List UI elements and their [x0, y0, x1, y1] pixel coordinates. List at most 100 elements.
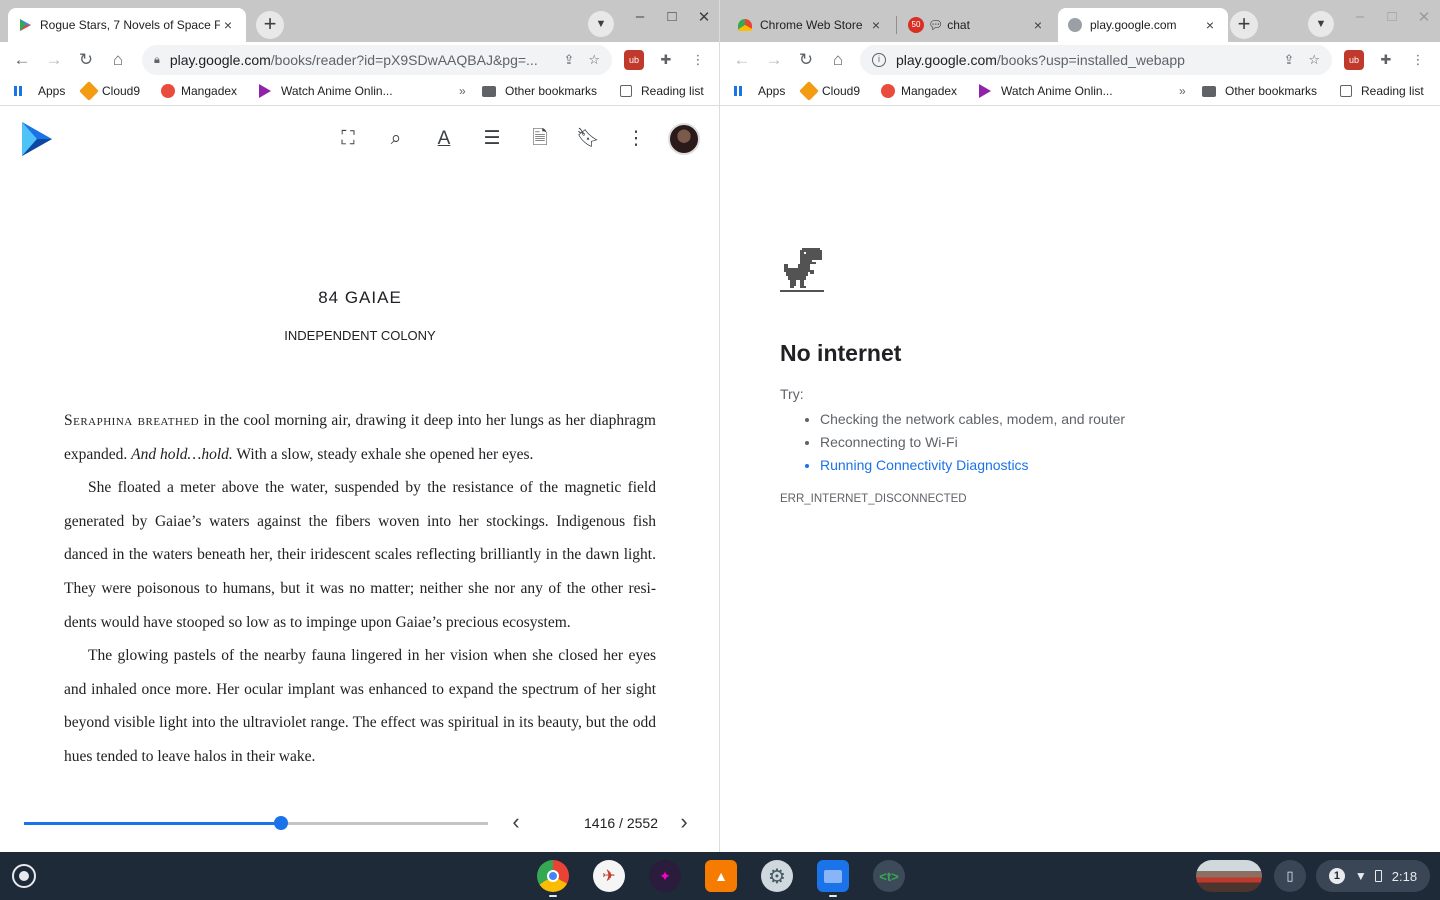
page-subheader: INDEPENDENT COLONY [284, 328, 436, 343]
reading-list[interactable]: Reading list [620, 84, 704, 98]
tab-search-button[interactable]: ▼ [1308, 11, 1334, 37]
close-window-button[interactable]: ✕ [689, 8, 719, 26]
forward-arrow-icon[interactable]: → [42, 48, 66, 72]
ublock-extension-icon[interactable]: ub [624, 50, 644, 70]
bookmark-icon[interactable]: 🔖︎ [575, 126, 601, 152]
bookmark-cloud9[interactable]: Cloud9 [79, 81, 140, 101]
new-tab-button[interactable]: + [256, 11, 284, 39]
bookmark-apps[interactable]: Apps [14, 84, 65, 98]
mangadex-icon [161, 84, 175, 98]
reading-list-icon [620, 85, 632, 97]
forward-arrow-icon[interactable]: → [762, 48, 786, 72]
google-play-books-logo-icon[interactable] [22, 122, 52, 156]
chrome-app-icon[interactable] [537, 860, 569, 892]
bookmark-other-folder[interactable]: Other bookmarks [1202, 84, 1317, 98]
tab-chat[interactable]: 50 💬︎ chat × [898, 8, 1056, 42]
minimize-button[interactable]: – [625, 8, 655, 25]
chrome-menu-icon[interactable]: ⋮ [688, 50, 708, 70]
galaxy-app-icon[interactable]: ✦ [649, 860, 681, 892]
page-slider-thumb[interactable] [274, 816, 289, 830]
star-icon[interactable]: ☆ [588, 52, 600, 68]
new-tab-button[interactable]: + [1230, 11, 1258, 39]
share-icon[interactable]: ⇪ [1283, 52, 1294, 68]
settings-gear-icon[interactable]: ⚙ [761, 860, 793, 892]
close-tab-icon[interactable]: × [1202, 17, 1218, 33]
connectivity-diagnostics-link[interactable]: Running Connectivity Diagnostics [820, 455, 1125, 478]
extensions-puzzle-icon[interactable]: ✚ [1376, 50, 1396, 70]
folder-icon [482, 85, 496, 97]
flight-game-app-icon[interactable]: ✈ [593, 860, 625, 892]
tab-search-button[interactable]: ▼ [588, 11, 614, 37]
tab-chrome-web-store[interactable]: Chrome Web Store × [728, 8, 894, 42]
address-bar[interactable]: 🔒︎ play.google.com/books/reader?id=pX9SD… [142, 45, 612, 75]
bookmarks-bar: Apps Cloud9 Mangadex Watch Anime Onlin..… [720, 78, 1440, 106]
page-slider[interactable] [24, 816, 488, 830]
close-tab-icon[interactable]: × [220, 17, 236, 33]
chrome-menu-icon[interactable]: ⋮ [1408, 50, 1428, 70]
star-icon[interactable]: ☆ [1308, 52, 1320, 68]
suggestion-item: Checking the network cables, modem, and … [820, 409, 1125, 432]
cloud9-icon [799, 81, 819, 101]
address-bar[interactable]: i play.google.com/books?usp=installed_we… [860, 45, 1332, 75]
error-title: No internet [780, 340, 902, 366]
account-avatar[interactable] [668, 123, 700, 155]
bookmark-cloud9[interactable]: Cloud9 [799, 81, 860, 101]
status-area[interactable]: 1 ▼ 2:18 [1316, 860, 1430, 892]
reload-icon[interactable]: ↻ [794, 48, 818, 72]
home-icon[interactable]: ⌂ [106, 48, 130, 72]
phone-hub-icon[interactable]: ▯ [1274, 860, 1306, 892]
minimize-button[interactable]: – [1345, 8, 1375, 25]
extensions-puzzle-icon[interactable]: ✚ [656, 50, 676, 70]
running-indicator [549, 895, 557, 897]
reading-list[interactable]: Reading list [1340, 84, 1424, 98]
close-window-button[interactable]: ✕ [1409, 8, 1439, 26]
bookmark-mangadex[interactable]: Mangadex [881, 84, 957, 98]
notes-icon[interactable]: 🗎︎ [527, 126, 553, 152]
back-arrow-icon[interactable]: ← [10, 48, 34, 72]
maximize-button[interactable]: □ [1377, 8, 1407, 25]
bookmarks-overflow-chevron-icon[interactable]: » [459, 84, 466, 98]
ublock-extension-icon[interactable]: ub [1344, 50, 1364, 70]
url-text: play.google.com/books/reader?id=pX9SDwAA… [169, 52, 538, 68]
table-of-contents-icon[interactable]: ☰ [479, 126, 505, 152]
page-indicator: 1416 / 2552 [584, 815, 658, 831]
terminal-app-icon[interactable]: <t> [873, 860, 905, 892]
home-icon[interactable]: ⌂ [826, 48, 850, 72]
bookmark-apps[interactable]: Apps [734, 84, 785, 98]
fullscreen-icon[interactable]: ⛶ [335, 126, 361, 152]
close-tab-icon[interactable]: × [1030, 17, 1046, 33]
tab-separator [896, 16, 897, 34]
bookmark-watch-anime[interactable]: Watch Anime Onlin... [259, 84, 393, 98]
next-page-button[interactable]: › [671, 810, 697, 836]
files-app-icon[interactable] [817, 860, 849, 892]
text-format-icon[interactable]: A [431, 126, 457, 152]
holding-space-thumbnail[interactable] [1196, 860, 1262, 892]
reload-icon[interactable]: ↻ [74, 48, 98, 72]
previous-page-button[interactable]: ‹ [503, 810, 529, 836]
reading-list-icon [1340, 85, 1352, 97]
chat-bubble-icon: 💬︎ [928, 18, 944, 32]
mangadex-icon [881, 84, 895, 98]
bookmark-mangadex[interactable]: Mangadex [161, 84, 237, 98]
error-suggestions: Checking the network cables, modem, and … [800, 409, 1125, 478]
apps-grid-icon [14, 86, 24, 96]
apps-grid-icon [734, 86, 744, 96]
vlc-app-icon[interactable]: ▲ [705, 860, 737, 892]
tab-strip: Rogue Stars, 7 Novels of Space F × + ▼ –… [0, 0, 719, 42]
paragraph: She floated a meter above the water, sus… [64, 479, 656, 631]
tab-strip: Chrome Web Store × 50 💬︎ chat × play.goo… [720, 0, 1440, 42]
search-icon[interactable]: ⌕ [383, 126, 409, 152]
back-arrow-icon[interactable]: ← [730, 48, 754, 72]
bookmark-other-folder[interactable]: Other bookmarks [482, 84, 597, 98]
tab-rogue-stars[interactable]: Rogue Stars, 7 Novels of Space F × [8, 8, 246, 42]
cloud9-icon [79, 81, 99, 101]
close-tab-icon[interactable]: × [868, 17, 884, 33]
tab-play-google[interactable]: play.google.com × [1058, 8, 1228, 42]
bookmarks-overflow-chevron-icon[interactable]: » [1179, 84, 1186, 98]
more-vert-icon[interactable]: ⋮ [623, 126, 649, 152]
share-icon[interactable]: ⇪ [563, 52, 574, 68]
bookmark-watch-anime[interactable]: Watch Anime Onlin... [979, 84, 1113, 98]
launcher-icon[interactable] [12, 864, 36, 888]
maximize-button[interactable]: □ [657, 8, 687, 25]
browser-toolbar: ← → ↻ ⌂ 🔒︎ play.google.com/books/reader?… [0, 42, 719, 78]
